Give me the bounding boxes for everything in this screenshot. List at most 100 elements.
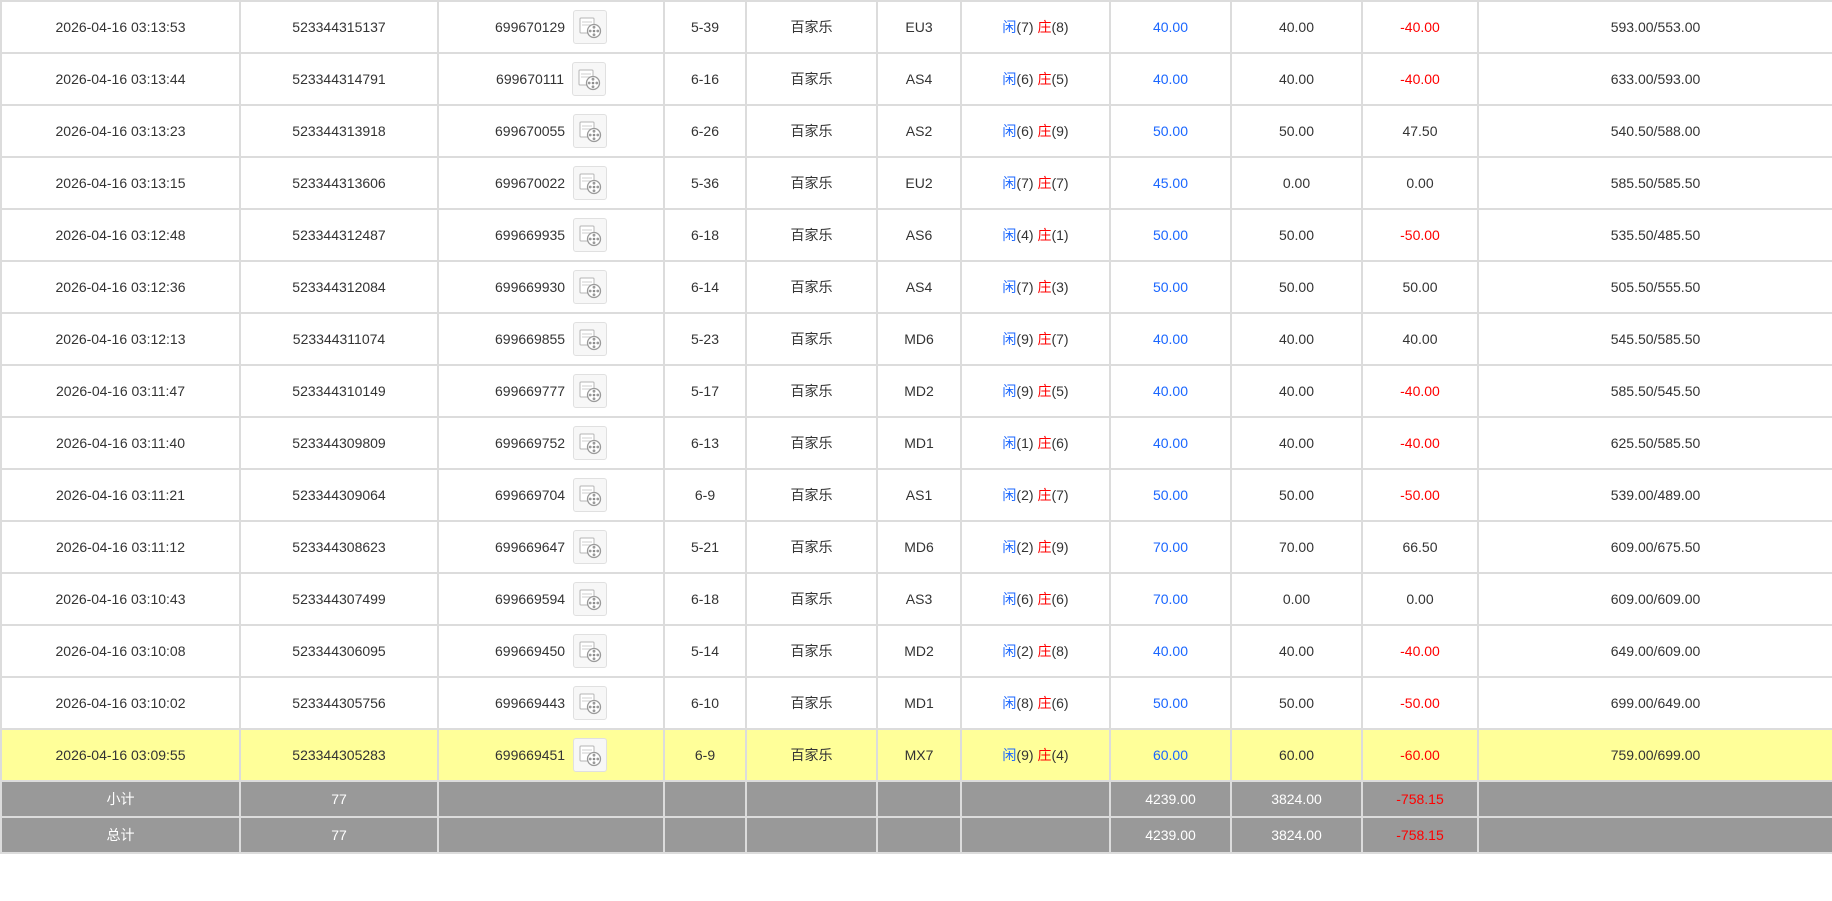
valid-bet-cell: 40.00	[1230, 364, 1363, 418]
round-cell: 6-13	[663, 416, 747, 470]
bet-id-cell: 699670111	[437, 52, 665, 106]
order-number-cell: 523344305283	[239, 728, 439, 782]
game-result-cell: 闲(9) 庄(5)	[960, 364, 1111, 418]
summary-bet-amount: 4239.00	[1109, 816, 1232, 854]
table-row: 2026-04-16 03:10:08 523344306095 6996694…	[0, 624, 1832, 678]
table-code-cell: AS2	[876, 104, 962, 158]
win-loss-value: -40.00	[1400, 71, 1440, 87]
film-reel-icon[interactable]	[572, 218, 607, 252]
valid-bet-cell: 50.00	[1230, 468, 1363, 522]
summary-row: 小计 77 4239.00 3824.00 -758.15	[0, 780, 1832, 818]
win-loss-value: -60.00	[1400, 747, 1440, 763]
bet-time-cell: 2026-04-16 03:11:12	[0, 520, 241, 574]
player-points: (4)	[1016, 227, 1034, 243]
order-number-cell: 523344310149	[239, 364, 439, 418]
order-number-cell: 523344313918	[239, 104, 439, 158]
valid-bet-cell: 0.00	[1230, 572, 1363, 626]
game-result-cell: 闲(7) 庄(8)	[960, 0, 1111, 54]
player-points: (7)	[1016, 175, 1034, 191]
film-reel-icon[interactable]	[572, 114, 607, 148]
banker-points: (5)	[1051, 383, 1069, 399]
round-cell: 6-10	[663, 676, 747, 730]
win-loss-cell: -40.00	[1361, 364, 1479, 418]
table-row: 2026-04-16 03:11:40 523344309809 6996697…	[0, 416, 1832, 470]
banker-label: 庄	[1037, 435, 1052, 451]
bet-id-cell: 699669855	[437, 312, 665, 366]
summary-empty	[663, 816, 747, 854]
table-code-cell: AS3	[876, 572, 962, 626]
player-label: 闲	[1002, 591, 1017, 607]
game-result-cell: 闲(2) 庄(8)	[960, 624, 1111, 678]
game-type-cell: 百家乐	[745, 156, 878, 210]
bet-id-cell: 699669930	[437, 260, 665, 314]
bet-time-cell: 2026-04-16 03:10:08	[0, 624, 241, 678]
balance-cell: 505.50/555.50	[1477, 260, 1832, 314]
order-number-cell: 523344308623	[239, 520, 439, 574]
win-loss-value: -40.00	[1400, 19, 1440, 35]
film-reel-icon[interactable]	[572, 582, 607, 616]
film-reel-icon[interactable]	[572, 530, 607, 564]
win-loss-value: -40.00	[1400, 383, 1440, 399]
game-result-cell: 闲(4) 庄(1)	[960, 208, 1111, 262]
film-reel-icon[interactable]	[572, 478, 607, 512]
table-row: 2026-04-16 03:12:48 523344312487 6996699…	[0, 208, 1832, 262]
win-loss-cell: -40.00	[1361, 0, 1479, 54]
order-number-cell: 523344309064	[239, 468, 439, 522]
win-loss-cell: -40.00	[1361, 416, 1479, 470]
player-points: (9)	[1016, 747, 1034, 763]
bet-amount-cell: 50.00	[1109, 260, 1232, 314]
banker-label: 庄	[1037, 695, 1052, 711]
bet-amount-cell: 40.00	[1109, 624, 1232, 678]
film-reel-icon[interactable]	[571, 62, 606, 96]
bet-records-table: 2026-04-16 03:13:53 523344315137 6996701…	[0, 0, 1832, 854]
film-reel-icon[interactable]	[572, 322, 607, 356]
summary-count: 77	[239, 816, 439, 854]
round-cell: 5-23	[663, 312, 747, 366]
banker-points: (7)	[1051, 175, 1069, 191]
summary-empty	[876, 780, 962, 818]
table-row: 2026-04-16 03:12:13 523344311074 6996698…	[0, 312, 1832, 366]
player-label: 闲	[1002, 331, 1017, 347]
balance-cell: 593.00/553.00	[1477, 0, 1832, 54]
win-loss-value: -40.00	[1400, 435, 1440, 451]
table-code-cell: MD6	[876, 520, 962, 574]
win-loss-cell: 50.00	[1361, 260, 1479, 314]
table-code-cell: EU3	[876, 0, 962, 54]
player-points: (6)	[1016, 123, 1034, 139]
banker-points: (3)	[1051, 279, 1069, 295]
game-result-cell: 闲(7) 庄(3)	[960, 260, 1111, 314]
table-code-cell: MX7	[876, 728, 962, 782]
film-reel-icon[interactable]	[572, 686, 607, 720]
bet-time-cell: 2026-04-16 03:10:43	[0, 572, 241, 626]
game-type-cell: 百家乐	[745, 208, 878, 262]
summary-empty	[437, 780, 665, 818]
summary-empty	[437, 816, 665, 854]
table-code-cell: AS1	[876, 468, 962, 522]
win-loss-cell: -60.00	[1361, 728, 1479, 782]
game-result-cell: 闲(1) 庄(6)	[960, 416, 1111, 470]
balance-cell: 649.00/609.00	[1477, 624, 1832, 678]
film-reel-icon[interactable]	[572, 634, 607, 668]
film-reel-icon[interactable]	[572, 738, 607, 772]
table-code-cell: MD2	[876, 364, 962, 418]
table-row: 2026-04-16 03:11:12 523344308623 6996696…	[0, 520, 1832, 574]
bet-time-cell: 2026-04-16 03:10:02	[0, 676, 241, 730]
film-reel-icon[interactable]	[572, 374, 607, 408]
bet-amount-cell: 40.00	[1109, 364, 1232, 418]
game-type-cell: 百家乐	[745, 52, 878, 106]
table-row: 2026-04-16 03:10:43 523344307499 6996695…	[0, 572, 1832, 626]
film-reel-icon[interactable]	[572, 166, 607, 200]
bet-id-cell: 699670055	[437, 104, 665, 158]
bet-amount-cell: 50.00	[1109, 104, 1232, 158]
table-code-cell: AS4	[876, 52, 962, 106]
round-cell: 6-16	[663, 52, 747, 106]
player-label: 闲	[1002, 383, 1017, 399]
table-code-cell: MD6	[876, 312, 962, 366]
film-reel-icon[interactable]	[572, 10, 607, 44]
film-reel-icon[interactable]	[572, 270, 607, 304]
film-reel-icon[interactable]	[572, 426, 607, 460]
valid-bet-cell: 70.00	[1230, 520, 1363, 574]
bet-amount-cell: 40.00	[1109, 0, 1232, 54]
banker-label: 庄	[1037, 19, 1052, 35]
game-result-cell: 闲(2) 庄(7)	[960, 468, 1111, 522]
